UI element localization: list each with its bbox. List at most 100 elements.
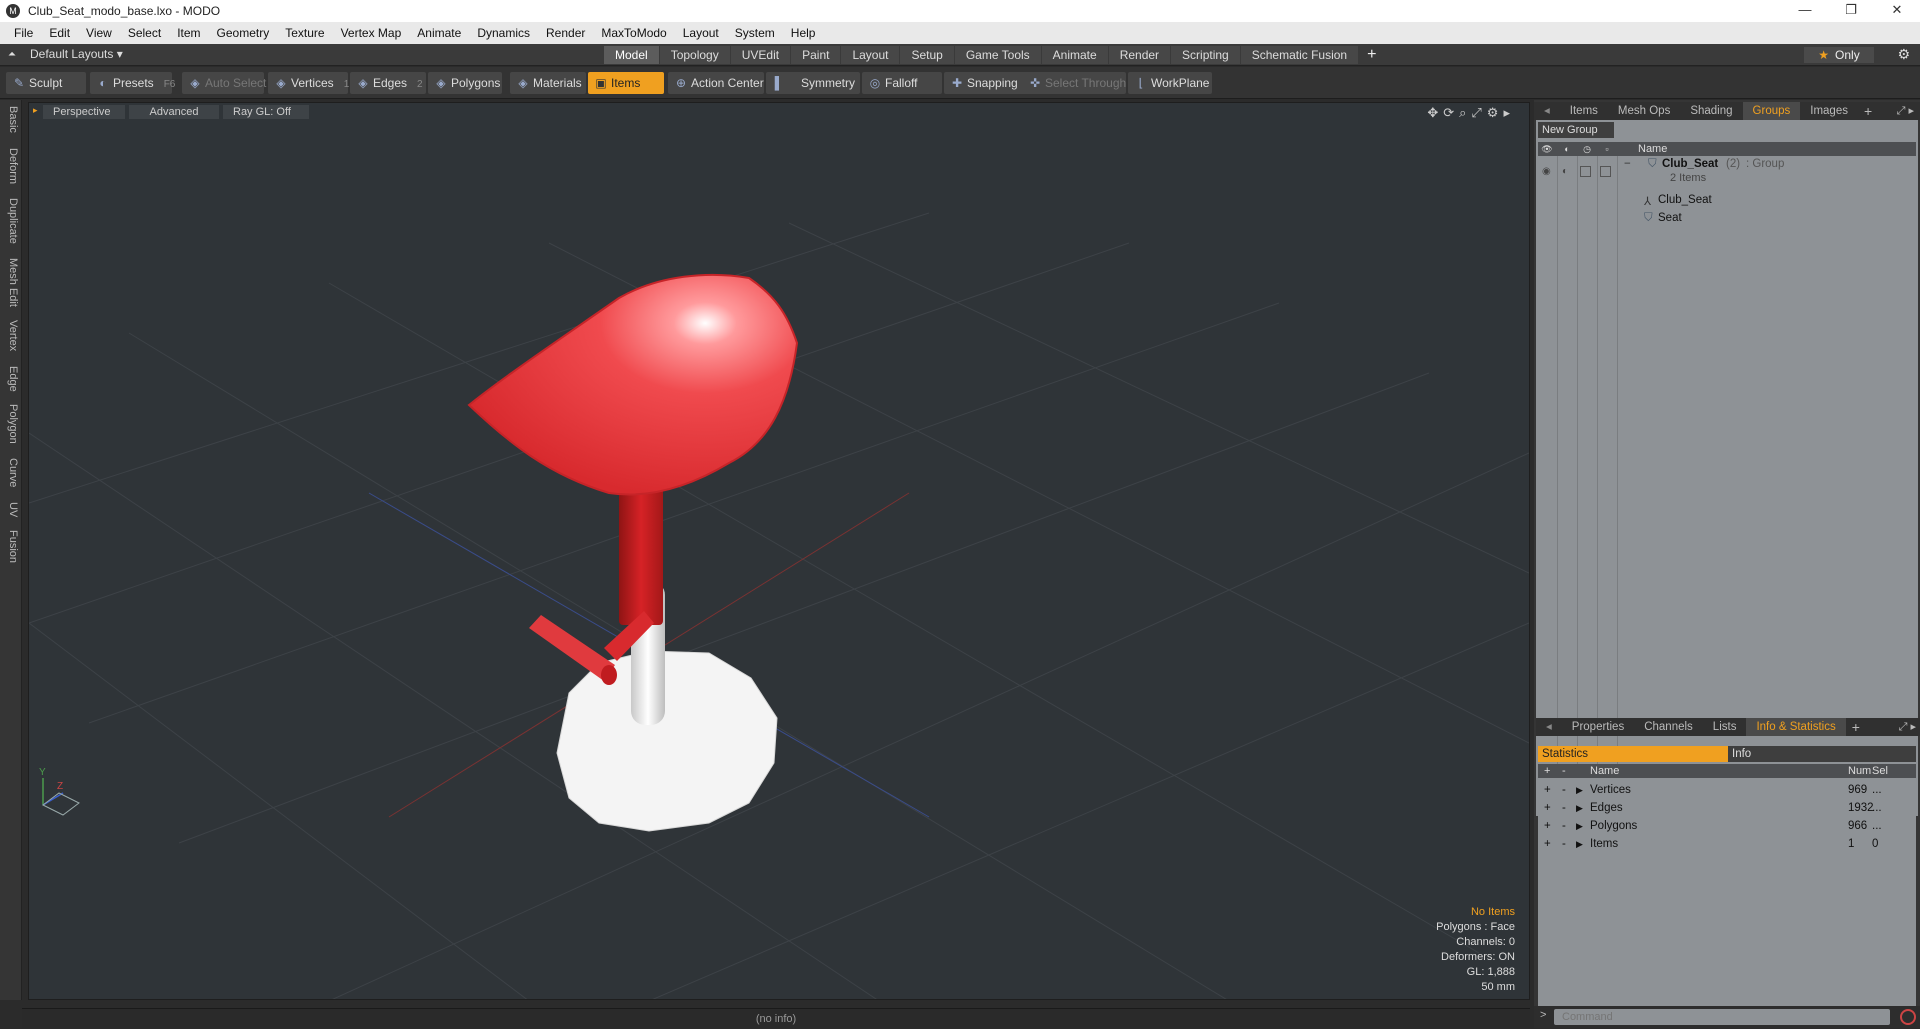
tab-vertex[interactable]: Vertex <box>3 320 19 351</box>
maximize-button[interactable]: ❐ <box>1828 0 1874 22</box>
subtab-info[interactable]: Info <box>1728 746 1916 762</box>
expand-icon[interactable]: + <box>1544 800 1551 816</box>
shading-dropdown[interactable]: Advanced <box>129 105 219 119</box>
viewport-scene[interactable] <box>29 103 1530 1000</box>
tab-fusion[interactable]: Fusion <box>3 530 19 563</box>
collapse-icon[interactable]: - <box>1562 836 1566 852</box>
select-checkbox[interactable] <box>1600 166 1611 177</box>
collapse-icon[interactable]: - <box>1562 782 1566 798</box>
tab-setup[interactable]: Setup <box>900 46 954 64</box>
collapse-icon[interactable]: - <box>1562 818 1566 834</box>
group-child-seat[interactable]: ⛉ Seat <box>1538 212 1916 228</box>
tab-game-tools[interactable]: Game Tools <box>954 46 1041 64</box>
polygons-button[interactable]: ◈ Polygons <box>428 72 502 94</box>
tab-groups[interactable]: Groups <box>1742 102 1801 120</box>
falloff-button[interactable]: ◎ Falloff <box>862 72 942 94</box>
viewport-menu-icon[interactable]: ▸ <box>33 105 38 116</box>
stool-seat[interactable] <box>467 273 799 496</box>
command-history-icon[interactable]: > <box>1540 1009 1546 1021</box>
sculpt-button[interactable]: ✎ Sculpt <box>6 72 86 94</box>
add-tab-button[interactable]: + <box>1359 46 1384 64</box>
stop-command-icon[interactable] <box>1900 1009 1916 1025</box>
3d-viewport[interactable]: Y Z ▸ Perspective Advanced Ray GL: Off ✥… <box>28 102 1530 1000</box>
tab-mesh-ops[interactable]: Mesh Ops <box>1608 102 1680 120</box>
tab-model[interactable]: Model <box>604 46 659 64</box>
tab-shading[interactable]: Shading <box>1680 102 1742 120</box>
triangle-right-icon[interactable]: ▶ <box>1576 782 1583 798</box>
tab-mesh-edit[interactable]: Mesh Edit <box>3 258 19 307</box>
tab-lists[interactable]: Lists <box>1703 718 1747 736</box>
stats-row-items[interactable]: + - ▶ Items 1 0 <box>1538 836 1916 852</box>
tab-topology[interactable]: Topology <box>659 46 730 64</box>
tab-curve[interactable]: Curve <box>3 458 19 487</box>
tab-info-statistics[interactable]: Info & Statistics <box>1746 718 1846 736</box>
tab-edge[interactable]: Edge <box>3 366 19 392</box>
action-center-button[interactable]: ⊕ Action Center <box>668 72 764 94</box>
workplane-button[interactable]: ⌊ WorkPlane <box>1128 72 1212 94</box>
lock-checkbox[interactable] <box>1580 166 1591 177</box>
menu-animate[interactable]: Animate <box>409 22 469 44</box>
stats-row-vertices[interactable]: + - ▶ Vertices 969 ... <box>1538 782 1916 798</box>
select-through-button[interactable]: ✜ Select Through <box>1022 72 1126 94</box>
tab-items[interactable]: Items <box>1560 102 1608 120</box>
collapse-up-icon[interactable]: ⏶ <box>8 49 16 60</box>
triangle-right-icon[interactable]: ▶ <box>1576 818 1583 834</box>
collapse-all-header[interactable]: - <box>1562 764 1566 778</box>
auto-select-button[interactable]: ◈ Auto Select <box>182 72 266 94</box>
menu-system[interactable]: System <box>727 22 783 44</box>
tab-render[interactable]: Render <box>1108 46 1171 64</box>
command-input[interactable] <box>1554 1009 1890 1025</box>
view-mode-dropdown[interactable]: Perspective <box>43 105 125 119</box>
tab-duplicate[interactable]: Duplicate <box>3 198 19 244</box>
tab-animate[interactable]: Animate <box>1041 46 1108 64</box>
items-button[interactable]: ▣ Items <box>588 72 664 94</box>
stool-base[interactable] <box>556 650 778 832</box>
panel-menu-icon[interactable]: ◂ <box>1534 102 1560 120</box>
minimize-button[interactable]: — <box>1782 0 1828 22</box>
tab-polygon[interactable]: Polygon <box>3 404 19 444</box>
expand-all-header[interactable]: + <box>1544 764 1550 778</box>
tab-properties[interactable]: Properties <box>1562 718 1634 736</box>
menu-item[interactable]: Item <box>169 22 208 44</box>
menu-render[interactable]: Render <box>538 22 593 44</box>
eye-icon[interactable]: ◉ <box>1542 166 1551 177</box>
raygl-toggle[interactable]: Ray GL: Off <box>223 105 309 119</box>
menu-select[interactable]: Select <box>120 22 169 44</box>
add-panel-tab-button[interactable]: + <box>1858 103 1878 119</box>
menu-help[interactable]: Help <box>783 22 824 44</box>
menu-vertex-map[interactable]: Vertex Map <box>333 22 410 44</box>
collapse-icon[interactable]: − <box>1624 158 1631 170</box>
panel-menu-icon[interactable]: ◂ <box>1536 718 1562 736</box>
stats-row-edges[interactable]: + - ▶ Edges 1932 ... <box>1538 800 1916 816</box>
triangle-right-icon[interactable]: ▶ <box>1576 800 1583 816</box>
stats-row-polygons[interactable]: + - ▶ Polygons 966 ... <box>1538 818 1916 834</box>
menu-edit[interactable]: Edit <box>41 22 78 44</box>
tab-paint[interactable]: Paint <box>791 46 841 64</box>
group-child-club-seat[interactable]: ⅄ Club_Seat <box>1538 194 1916 210</box>
tab-deform[interactable]: Deform <box>3 148 19 184</box>
materials-button[interactable]: ◈ Materials <box>510 72 586 94</box>
menu-layout[interactable]: Layout <box>675 22 727 44</box>
menu-dynamics[interactable]: Dynamics <box>469 22 538 44</box>
tab-uvedit[interactable]: UVEdit <box>730 46 791 64</box>
only-button[interactable]: ★ Only <box>1804 47 1874 63</box>
expand-icon[interactable]: + <box>1544 836 1551 852</box>
new-group-button[interactable]: New Group <box>1538 122 1614 138</box>
render-icon[interactable]: ◐ <box>1562 166 1568 177</box>
expand-panel-icon[interactable]: ⤢ ▸ <box>1897 104 1914 118</box>
edges-button[interactable]: ◈ Edges 2 <box>350 72 426 94</box>
expand-icon[interactable]: + <box>1544 818 1551 834</box>
menu-file[interactable]: File <box>6 22 41 44</box>
tab-scripting[interactable]: Scripting <box>1171 46 1240 64</box>
tab-basic[interactable]: Basic <box>3 106 19 133</box>
expand-icon[interactable]: + <box>1544 782 1551 798</box>
tab-channels[interactable]: Channels <box>1634 718 1703 736</box>
tab-schematic-fusion[interactable]: Schematic Fusion <box>1240 46 1359 64</box>
menu-view[interactable]: View <box>78 22 120 44</box>
expand-panel-icon[interactable]: ⤢ ▸ <box>1899 720 1916 734</box>
menu-maxtomodo[interactable]: MaxToModo <box>593 22 674 44</box>
presets-button[interactable]: ◐ Presets F6 <box>90 72 175 94</box>
symmetry-button[interactable]: ▌ Symmetry <box>766 72 860 94</box>
layout-selector[interactable]: ⏶ Default Layouts ▾ <box>8 47 123 61</box>
tab-layout[interactable]: Layout <box>841 46 900 64</box>
